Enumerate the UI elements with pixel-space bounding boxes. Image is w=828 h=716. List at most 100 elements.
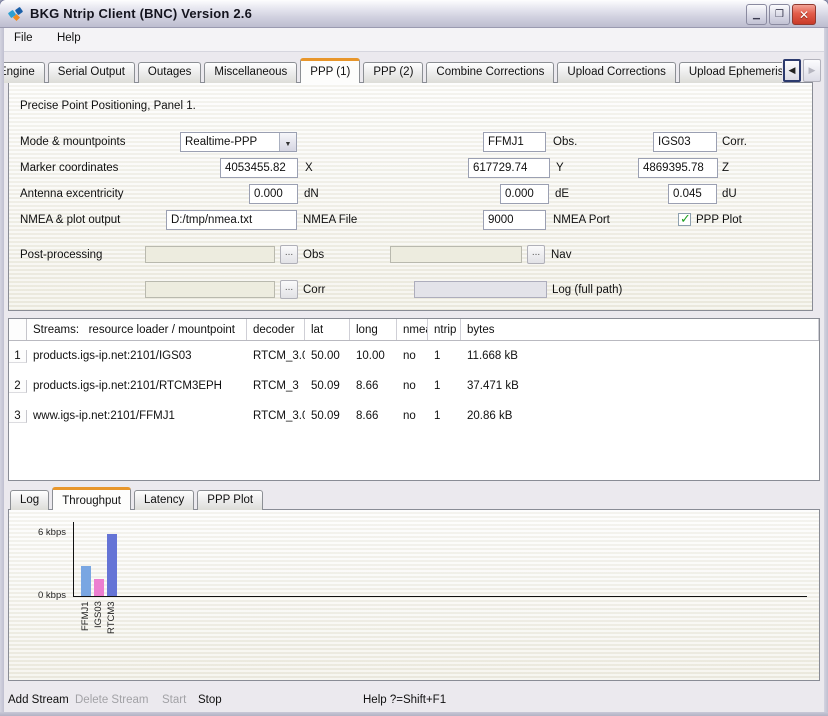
tab-throughput[interactable]: Throughput — [52, 487, 131, 510]
tab-upload-corrections[interactable]: Upload Corrections — [557, 62, 675, 83]
tab-scroll-left-button[interactable] — [783, 59, 801, 82]
col-lat: lat — [305, 319, 350, 340]
cell-nmea: no — [397, 350, 428, 362]
marker-x-field[interactable] — [220, 158, 298, 178]
nmea-file-field[interactable] — [166, 210, 297, 230]
tab-ppp-plot[interactable]: PPP Plot — [197, 490, 263, 510]
col-decoder: decoder — [247, 319, 305, 340]
tab-feed-engine[interactable]: ed Engine — [4, 62, 45, 83]
tab-miscellaneous[interactable]: Miscellaneous — [204, 62, 297, 83]
y-label: Y — [556, 162, 564, 174]
antenna-de-field[interactable] — [500, 184, 549, 204]
cell-bytes: 11.668 kB — [461, 350, 819, 362]
cell-mountpoint: www.igs-ip.net:2101/FFMJ1 — [27, 410, 247, 422]
tab-outages[interactable]: Outages — [138, 62, 201, 83]
mode-combobox-value: Realtime-PPP — [185, 136, 257, 148]
tab-log[interactable]: Log — [10, 490, 49, 510]
obs-label: Obs. — [553, 136, 577, 148]
tab-scroll-right-button — [803, 59, 821, 82]
nmea-file-label: NMEA File — [303, 214, 357, 226]
cell-decoder: RTCM_3.0 — [247, 410, 305, 422]
cell-mountpoint: products.igs-ip.net:2101/RTCM3EPH — [27, 380, 247, 392]
col-nmea: nmea — [397, 319, 428, 340]
ytick-0kbps: 0 kbps — [26, 590, 66, 601]
cell-lat: 50.09 — [305, 380, 350, 392]
post-nav-browse-button[interactable]: ... — [527, 245, 545, 264]
x-label: X — [305, 162, 313, 174]
antenna-excentricity-label: Antenna excentricity — [20, 188, 124, 200]
antenna-du-field[interactable] — [668, 184, 717, 204]
cell-long: 8.66 — [350, 410, 397, 422]
cell-mountpoint: products.igs-ip.net:2101/IGS03 — [27, 350, 247, 362]
chevron-down-icon — [285, 133, 292, 151]
corr-label: Corr. — [722, 136, 747, 148]
post-nav-label: Nav — [551, 249, 571, 261]
combo-dropdown-button[interactable] — [279, 133, 296, 151]
stop-button[interactable]: Stop — [198, 694, 222, 706]
add-stream-button[interactable]: Add Stream — [8, 694, 69, 706]
antenna-dn-field[interactable] — [249, 184, 298, 204]
x-label-igs03: IGS03 — [92, 601, 106, 645]
mode-combobox[interactable]: Realtime-PPP — [180, 132, 297, 152]
ppp-plot-checkbox[interactable] — [678, 213, 691, 226]
post-nav-field — [390, 246, 522, 263]
maximize-icon — [775, 9, 784, 20]
x-label-rtcm3: RTCM3 — [105, 601, 119, 645]
app-icon — [8, 6, 24, 22]
post-obs-label: Obs — [303, 249, 324, 261]
tab-upload-ephemeris[interactable]: Upload Ephemeris — [679, 62, 782, 83]
maximize-button[interactable] — [769, 4, 790, 25]
ppp-plot-label: PPP Plot — [696, 214, 742, 226]
menubar: File Help — [4, 28, 824, 52]
du-label: dU — [722, 188, 737, 200]
tab-combine-corrections[interactable]: Combine Corrections — [426, 62, 554, 83]
window-title: BKG Ntrip Client (BNC) Version 2.6 — [30, 6, 252, 21]
throughput-x-labels: FFMJ1IGS03RTCM3 — [73, 601, 273, 645]
cell-long: 8.66 — [350, 380, 397, 392]
cell-nmea: no — [397, 410, 428, 422]
row-number: 1 — [9, 350, 27, 363]
table-row[interactable]: 3 www.igs-ip.net:2101/FFMJ1 RTCM_3.0 50.… — [9, 401, 819, 431]
bar-rtcm3 — [107, 534, 117, 596]
titlebar: BKG Ntrip Client (BNC) Version 2.6 — [0, 0, 828, 28]
post-obs-browse-button[interactable]: ... — [280, 245, 298, 264]
col-bytes: bytes — [461, 319, 819, 340]
table-row[interactable]: 1 products.igs-ip.net:2101/IGS03 RTCM_3.… — [9, 341, 819, 371]
minimize-button[interactable] — [746, 4, 767, 25]
de-label: dE — [555, 188, 569, 200]
nmea-port-field[interactable] — [483, 210, 546, 230]
col-mountpoint: Streams: resource loader / mountpoint — [27, 319, 247, 340]
bar-ffmj1 — [81, 566, 91, 596]
marker-y-field[interactable] — [468, 158, 550, 178]
x-axis — [73, 596, 807, 597]
row-number: 3 — [9, 410, 27, 423]
close-button[interactable] — [792, 4, 816, 25]
top-tabbar: ed Engine Serial Output Outages Miscella… — [4, 58, 782, 83]
menu-file[interactable]: File — [4, 28, 43, 44]
bar-igs03 — [94, 579, 104, 596]
arrow-left-icon — [789, 65, 796, 76]
marker-coordinates-label: Marker coordinates — [20, 162, 118, 174]
help-shortcut-label: Help ?=Shift+F1 — [363, 694, 446, 706]
cell-nmea: no — [397, 380, 428, 392]
tab-serial-output[interactable]: Serial Output — [48, 62, 135, 83]
bottom-tabbar: Log Throughput Latency PPP Plot — [10, 487, 410, 510]
corr-mountpoint-field[interactable] — [653, 132, 717, 152]
marker-z-field[interactable] — [638, 158, 718, 178]
streams-table: Streams: resource loader / mountpoint de… — [8, 318, 820, 481]
cell-ntrip: 1 — [428, 380, 461, 392]
post-corr-browse-button[interactable]: ... — [280, 280, 298, 299]
tab-ppp-2[interactable]: PPP (2) — [363, 62, 423, 83]
row-number: 2 — [9, 380, 27, 393]
post-processing-label: Post-processing — [20, 249, 102, 261]
post-log-label: Log (full path) — [552, 284, 622, 296]
start-button: Start — [162, 694, 186, 706]
tab-latency[interactable]: Latency — [134, 490, 194, 510]
tab-ppp-1[interactable]: PPP (1) — [300, 58, 360, 83]
delete-stream-button: Delete Stream — [75, 694, 149, 706]
cell-bytes: 20.86 kB — [461, 410, 819, 422]
table-row[interactable]: 2 products.igs-ip.net:2101/RTCM3EPH RTCM… — [9, 371, 819, 401]
menu-help[interactable]: Help — [47, 28, 91, 44]
minimize-icon — [753, 9, 760, 20]
obs-mountpoint-field[interactable] — [483, 132, 546, 152]
